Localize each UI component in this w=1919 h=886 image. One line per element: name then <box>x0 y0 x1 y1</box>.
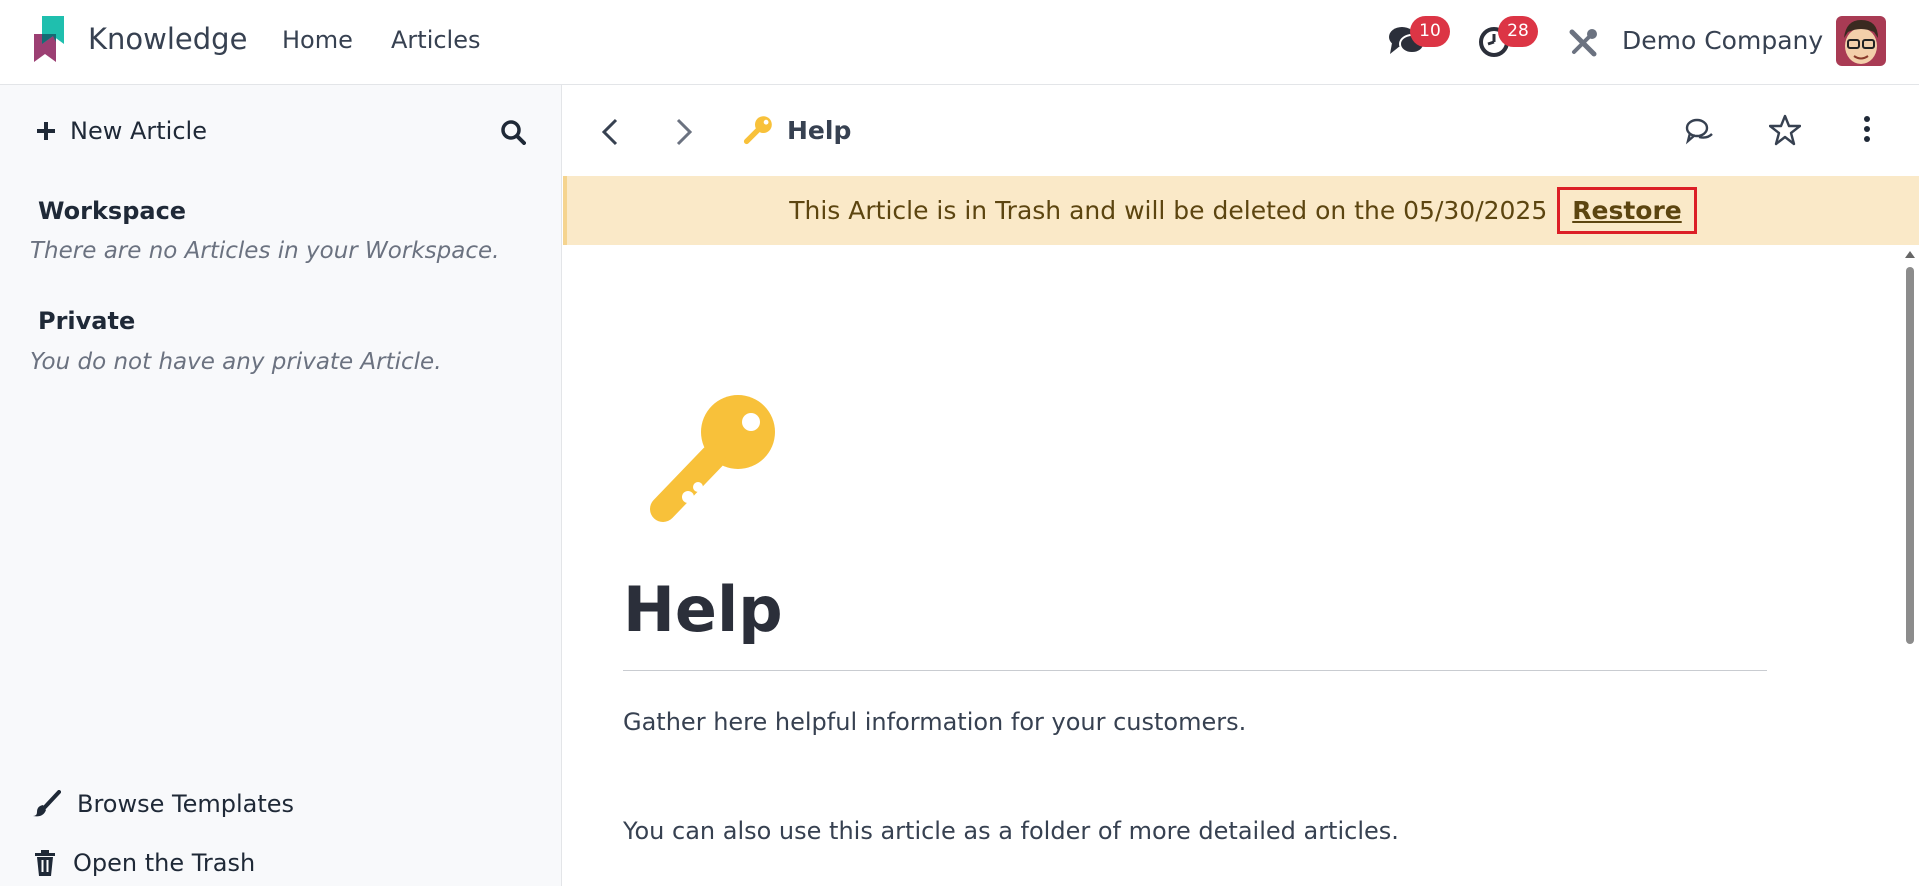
knowledge-logo-icon[interactable] <box>30 16 66 66</box>
key-icon <box>650 395 775 522</box>
forward-button[interactable] <box>675 117 693 151</box>
workspace-empty-message: There are no Articles in your Workspace. <box>30 238 500 264</box>
breadcrumb-title: Help <box>787 115 852 145</box>
plus-icon <box>37 122 55 140</box>
search-icon <box>501 120 526 145</box>
workspace-section-title[interactable]: Workspace <box>38 197 186 225</box>
scroll-up-arrow[interactable] <box>1905 251 1915 258</box>
new-article-label: New Article <box>70 117 207 145</box>
tools-icon <box>1569 29 1597 57</box>
trash-notice-banner: This Article is in Trash and will be del… <box>563 176 1919 245</box>
scroll-thumb[interactable] <box>1906 267 1914 644</box>
comments-icon <box>1685 118 1713 145</box>
open-trash-label: Open the Trash <box>73 849 256 877</box>
star-icon <box>1768 114 1802 146</box>
title-divider <box>623 670 1767 671</box>
key-icon <box>743 116 772 145</box>
more-actions-button[interactable] <box>1863 116 1871 146</box>
sidebar-search-button[interactable] <box>500 119 526 149</box>
article-paragraph[interactable]: You can also use this article as a folde… <box>623 817 1399 845</box>
content-scrollbar[interactable] <box>1903 251 1917 886</box>
back-button[interactable] <box>601 117 619 151</box>
restore-button[interactable]: Restore <box>1557 187 1697 234</box>
trash-notice-text: This Article is in Trash and will be del… <box>789 196 1548 225</box>
breadcrumb[interactable]: Help <box>743 115 851 145</box>
open-trash-button[interactable]: Open the Trash <box>33 849 255 877</box>
debug-tools-button[interactable] <box>1568 28 1598 62</box>
chevron-right-icon <box>676 118 693 146</box>
messages-badge: 10 <box>1410 16 1450 47</box>
browse-templates-button[interactable]: Browse Templates <box>33 790 294 818</box>
chatter-button[interactable] <box>1685 117 1715 149</box>
article-main: Help This Article is in Trash and will b… <box>563 85 1919 886</box>
new-article-button[interactable]: New Article <box>36 117 207 145</box>
paint-brush-icon <box>33 790 61 817</box>
app-title[interactable]: Knowledge <box>88 22 247 56</box>
avatar-face-icon <box>1836 16 1886 66</box>
article-title[interactable]: Help <box>623 573 783 646</box>
nav-home[interactable]: Home <box>282 26 353 54</box>
article-paragraph[interactable]: Gather here helpful information for your… <box>623 708 1246 736</box>
activities-button[interactable]: 28 <box>1478 16 1538 62</box>
knowledge-sidebar: New Article Workspace There are no Artic… <box>0 85 562 886</box>
chevron-left-icon <box>601 118 618 146</box>
nav-articles[interactable]: Articles <box>391 26 481 54</box>
vertical-ellipsis-icon <box>1864 116 1870 142</box>
company-switcher[interactable]: Demo Company <box>1622 26 1823 55</box>
private-empty-message: You do not have any private Article. <box>30 349 442 375</box>
messages-button[interactable]: 10 <box>1388 16 1450 62</box>
browse-templates-label: Browse Templates <box>77 790 295 818</box>
article-emoji[interactable] <box>643 395 778 534</box>
trash-icon <box>35 850 55 876</box>
user-avatar[interactable] <box>1836 16 1886 66</box>
top-navbar: Knowledge Home Articles 10 28 Demo Compa… <box>0 0 1919 85</box>
activities-badge: 28 <box>1498 16 1538 47</box>
private-section-title[interactable]: Private <box>38 307 135 335</box>
favorite-button[interactable] <box>1768 114 1802 150</box>
